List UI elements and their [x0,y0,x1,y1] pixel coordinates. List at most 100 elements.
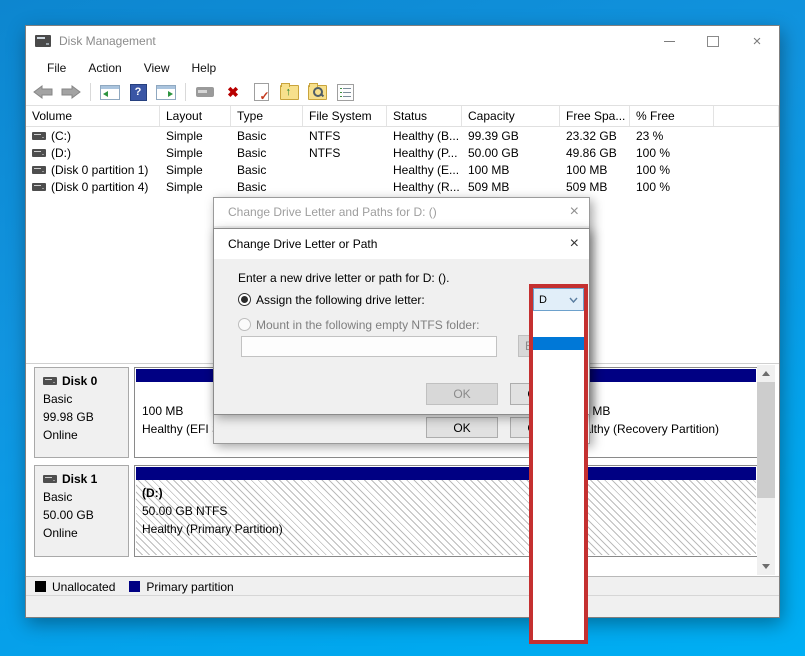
titlebar[interactable]: Disk Management × [26,26,779,56]
scroll-down-button[interactable] [757,558,775,575]
table-row[interactable]: (C:) Simple Basic NTFS Healthy (B... 99.… [26,127,779,144]
chevron-up-icon [762,371,770,376]
chevron-down-icon [762,564,770,569]
toolbar-separator [185,83,186,101]
menu-item[interactable]: Help [181,59,228,77]
drive-letter-option[interactable] [533,482,584,495]
close-icon[interactable]: × [570,203,579,221]
table-row[interactable]: (Disk 0 partition 4) Simple Basic Health… [26,178,779,195]
drive-letter-option[interactable] [533,627,584,640]
delete-button[interactable]: ✖ [222,82,244,102]
drive-letter-option[interactable] [533,614,584,627]
back-arrow-icon [33,85,53,99]
drive-letter-option[interactable] [533,535,584,548]
console-detail-button[interactable] [155,82,177,102]
drive-letter-option[interactable] [533,324,584,337]
disk-icon [43,475,57,483]
drive-letter-option[interactable] [533,456,584,469]
folder-search-icon [308,85,327,100]
drive-letter-option[interactable] [533,337,584,350]
toolbar: ? ✖ ↑ [26,79,779,106]
back-button[interactable] [32,82,54,102]
dialog-prompt: Enter a new drive letter or path for D: … [238,271,449,285]
disk1-size: 50.00 GB [43,508,128,522]
maximize-button[interactable] [691,26,735,56]
drive-letter-option[interactable] [533,311,584,324]
close-button[interactable]: × [735,26,779,56]
menubar: FileActionViewHelp [26,56,779,79]
drive-letter-option[interactable] [533,429,584,442]
column-header[interactable]: Volume [26,106,160,126]
disk1-row: Disk 1 Basic 50.00 GB Online (D:) 50.00 … [34,465,758,557]
drive-letter-option[interactable] [533,561,584,574]
drive-letter-option[interactable] [533,574,584,587]
mount-folder-label: Mount in the following empty NTFS folder… [256,318,479,332]
tasklist-button[interactable] [334,82,356,102]
volume-drive-icon [32,132,46,140]
menu-item[interactable]: File [36,59,77,77]
disk0-label-panel[interactable]: Disk 0 Basic 99.98 GB Online [34,367,129,458]
column-header[interactable]: Layout [160,106,231,126]
drive-letter-option[interactable] [533,443,584,456]
column-header[interactable]: Type [231,106,303,126]
drive-letter-option[interactable] [533,522,584,535]
drive-letter-option[interactable] [533,350,584,363]
column-header[interactable]: File System [303,106,387,126]
explore-button[interactable] [306,82,328,102]
table-body: (C:) Simple Basic NTFS Healthy (B... 99.… [26,127,779,195]
folder-up-icon: ↑ [280,85,299,100]
drive-letter-combobox[interactable]: D [533,288,584,311]
table-row[interactable]: (D:) Simple Basic NTFS Healthy (P... 50.… [26,144,779,161]
drive-letter-option[interactable] [533,600,584,613]
console-tree-button[interactable] [99,82,121,102]
inner-ok-button[interactable]: OK [426,383,498,405]
drive-letter-option[interactable] [533,469,584,482]
inner-dialog-titlebar[interactable]: Change Drive Letter or Path × [214,229,589,259]
legend-item: Primary partition [129,580,233,594]
selected-partition-hatch [136,480,756,555]
column-header[interactable]: Capacity [462,106,560,126]
disk0-partition-recovery[interactable]: 509 MB Healthy (Recovery Partition) [561,367,758,458]
drive-letter-option[interactable] [533,364,584,377]
drive-letter-option[interactable] [533,377,584,390]
outer-dialog-title: Change Drive Letter and Paths for D: () [228,205,437,219]
close-icon[interactable]: × [570,235,579,253]
assign-drive-letter-radio[interactable] [238,293,251,306]
scrollbar-thumb[interactable] [757,382,775,498]
menu-item[interactable]: Action [77,59,132,77]
properties-button[interactable] [194,82,216,102]
table-row[interactable]: (Disk 0 partition 1) Simple Basic Health… [26,161,779,178]
rescan-button[interactable] [250,82,272,102]
outer-dialog-titlebar[interactable]: Change Drive Letter and Paths for D: () … [214,198,589,226]
drive-letter-option[interactable] [533,403,584,416]
disk1-label-panel[interactable]: Disk 1 Basic 50.00 GB Online [34,465,129,557]
column-header[interactable]: Status [387,106,462,126]
drive-letter-option[interactable] [533,587,584,600]
minimize-button[interactable] [647,26,691,56]
disk1-partition-d[interactable]: (D:) 50.00 GB NTFS Healthy (Primary Part… [134,465,758,557]
status-bar [26,595,779,617]
scroll-up-button[interactable] [757,365,775,382]
drive-letter-option[interactable] [533,548,584,561]
drive-letter-option[interactable] [533,508,584,521]
drive-letter-option[interactable] [533,416,584,429]
open-button[interactable]: ↑ [278,82,300,102]
column-header[interactable]: Free Spa... [560,106,630,126]
mount-folder-input[interactable] [241,336,497,357]
column-header[interactable]: % Free [630,106,714,126]
outer-ok-button[interactable]: OK [426,417,498,438]
vertical-scrollbar[interactable] [757,365,775,575]
drive-letter-option[interactable] [533,495,584,508]
app-drive-icon [35,35,51,47]
console-tree-icon [100,85,120,100]
legend-swatch [129,581,140,592]
window-title: Disk Management [59,34,156,48]
menu-item[interactable]: View [133,59,181,77]
disk1-type: Basic [43,490,128,504]
mount-folder-radio[interactable] [238,318,251,331]
help-button[interactable]: ? [127,82,149,102]
drive-letter-option[interactable] [533,390,584,403]
disk0-size: 99.98 GB [43,410,128,424]
forward-button[interactable] [60,82,82,102]
legend-swatch [35,581,46,592]
